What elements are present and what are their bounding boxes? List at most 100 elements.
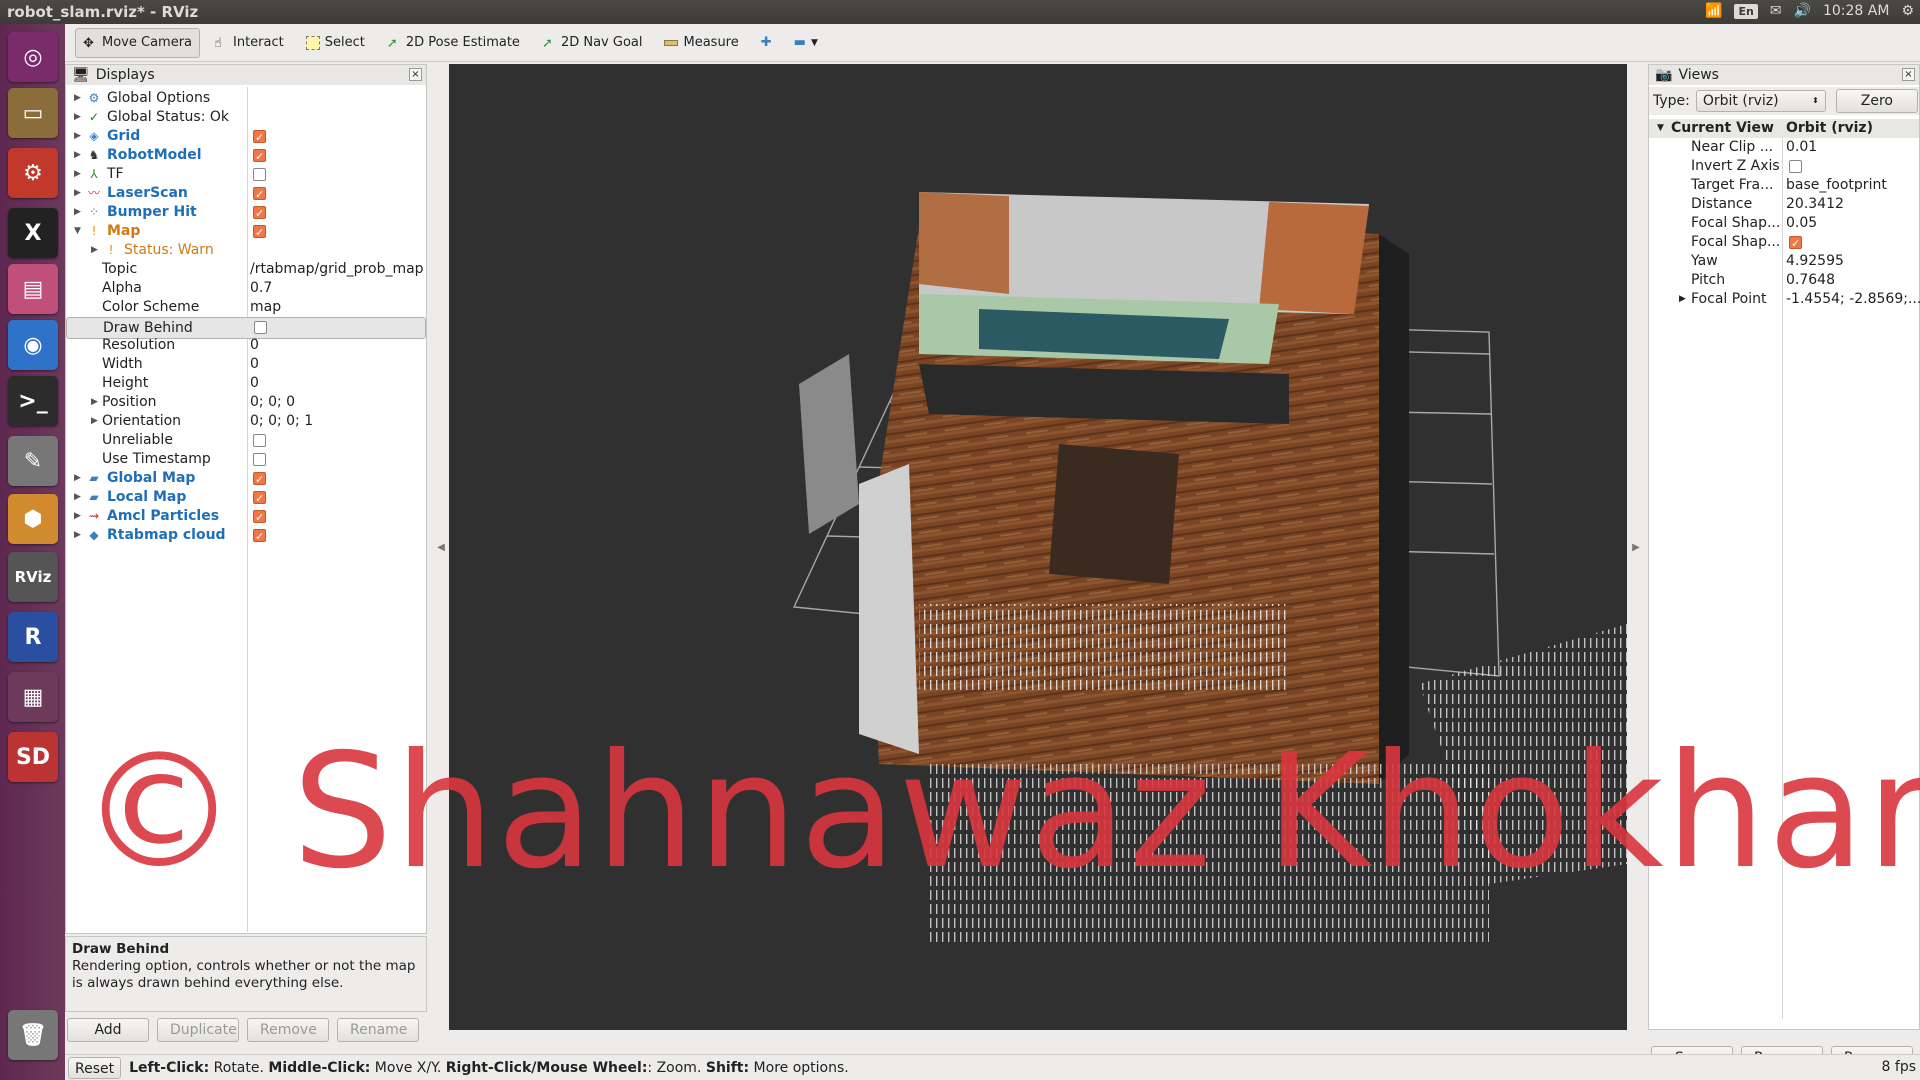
rqt-icon[interactable]: R (8, 612, 58, 662)
zero-button[interactable]: Zero (1835, 89, 1918, 113)
enabled-checkbox[interactable] (253, 434, 266, 447)
view-type-select[interactable]: Orbit (rviz) ⬍ (1695, 90, 1826, 112)
enabled-checkbox[interactable] (253, 527, 266, 546)
rviz-icon[interactable]: RViz (8, 552, 58, 602)
view-property-value[interactable]: 0.05 (1786, 214, 1817, 233)
expand-arrow-icon[interactable]: ▶ (74, 146, 84, 165)
view-row[interactable]: Distance 20.3412 (1649, 195, 1919, 214)
display-row[interactable]: ▶ ▰ Global Map (66, 469, 426, 489)
pose-estimate-tool[interactable]: ➚ 2D Pose Estimate (379, 28, 528, 58)
display-row[interactable]: ▶ ♞ RobotModel (66, 146, 426, 166)
display-row[interactable]: ▶ Position 0; 0; 0 (66, 393, 426, 412)
view-property-value[interactable]: Orbit (rviz) (1786, 119, 1873, 138)
ubuntu-dash-icon[interactable]: ◎ (8, 32, 58, 82)
left-splitter[interactable]: ◀ (435, 64, 447, 1030)
expand-arrow-icon[interactable]: ▶ (1679, 290, 1686, 309)
view-property-value[interactable]: base_footprint (1786, 176, 1887, 195)
terminal-icon[interactable]: >_ (8, 376, 58, 426)
expand-arrow-icon[interactable]: ▶ (74, 127, 84, 146)
expand-arrow-icon[interactable]: ▶ (74, 469, 84, 488)
display-row[interactable]: Use Timestamp (66, 450, 426, 469)
move-camera-tool[interactable]: ✥ Move Camera (75, 27, 201, 58)
add-tool-button[interactable]: ✚ (753, 28, 780, 58)
expand-arrow-icon[interactable]: ▶ (74, 526, 84, 545)
view-property-value[interactable]: 0.01 (1786, 138, 1817, 157)
display-row[interactable]: ▶ ⇝ Amcl Particles (66, 507, 426, 527)
display-value[interactable]: 0 (250, 374, 259, 393)
remove-tool-button[interactable]: ▬ ▼ (786, 28, 826, 58)
display-value[interactable]: 0; 0; 0 (250, 393, 295, 412)
display-row[interactable]: ▶ ⅄ TF (66, 165, 426, 184)
close-icon[interactable]: × (409, 68, 422, 81)
display-row[interactable]: ▶ ⁘ Bumper Hit (66, 203, 426, 223)
right-splitter[interactable]: ▶ (1630, 64, 1642, 1030)
display-row[interactable]: Height 0 (66, 374, 426, 393)
expand-arrow-icon[interactable]: ▶ (74, 507, 84, 526)
display-row[interactable]: Unreliable (66, 431, 426, 450)
view-property-value[interactable]: 0.7648 (1786, 271, 1835, 290)
enabled-checkbox[interactable] (253, 453, 266, 466)
display-row[interactable]: ▼! Map (66, 222, 426, 242)
enabled-checkbox[interactable] (253, 223, 266, 242)
expand-arrow-icon[interactable]: ▶ (74, 165, 84, 184)
mail-icon[interactable]: ✉ (1770, 3, 1782, 19)
add-button[interactable]: Add (67, 1018, 149, 1042)
workspace-icon[interactable]: ▦ (8, 672, 58, 722)
display-row[interactable]: ▶! Status: Warn (66, 241, 426, 260)
remove-button[interactable]: Remove (247, 1018, 329, 1042)
duplicate-button[interactable]: Duplicate (157, 1018, 239, 1042)
expand-arrow-icon[interactable]: ▼ (74, 222, 84, 241)
expand-arrow-icon[interactable]: ▶ (74, 203, 84, 222)
view-row[interactable]: ▼ Current View Orbit (rviz) (1649, 119, 1919, 138)
expand-arrow-icon[interactable]: ▼ (1657, 119, 1664, 138)
enabled-checkbox[interactable] (253, 508, 266, 527)
expand-arrow-icon[interactable]: ▶ (74, 108, 84, 127)
view-row[interactable]: Invert Z Axis (1649, 157, 1919, 176)
display-row[interactable]: ▶ ✓ Global Status: Ok (66, 108, 426, 127)
expand-arrow-icon[interactable]: ▶ (74, 184, 84, 203)
enabled-checkbox[interactable] (253, 185, 266, 204)
view-row[interactable]: Target Fra... base_footprint (1649, 176, 1919, 195)
view-row[interactable]: ▶ Focal Point -1.4554; -2.8569;... (1649, 290, 1920, 309)
wifi-icon[interactable]: 📶 (1705, 3, 1722, 19)
display-row[interactable]: Alpha 0.7 (66, 279, 426, 298)
chromium-icon[interactable]: ◉ (8, 320, 58, 370)
view-property-value[interactable]: -1.4554; -2.8569;... (1786, 290, 1920, 309)
display-value[interactable]: map (250, 298, 281, 317)
enabled-checkbox[interactable] (254, 321, 267, 334)
display-row[interactable]: ▶ 〰 LaserScan (66, 184, 426, 204)
text-editor-icon[interactable]: ✎ (8, 436, 58, 486)
display-row[interactable]: ▶ ⚙ Global Options (66, 89, 426, 108)
display-row[interactable]: ▶ ▰ Local Map (66, 488, 426, 508)
display-row[interactable]: Topic/rtabmap/grid_prob_map (66, 260, 426, 279)
close-icon[interactable]: × (1902, 68, 1915, 81)
keyboard-layout-indicator[interactable]: En (1734, 3, 1758, 19)
expand-arrow-icon[interactable]: ▶ (91, 412, 101, 431)
measure-tool[interactable]: Measure (656, 28, 746, 58)
nav-goal-tool[interactable]: ➚ 2D Nav Goal (534, 28, 651, 58)
view-row[interactable]: Focal Shap... 0.05 (1649, 214, 1919, 233)
3d-viewport[interactable] (449, 64, 1627, 1030)
files-icon[interactable]: ▭ (8, 88, 58, 138)
display-value[interactable]: 0 (250, 355, 259, 374)
expand-arrow-icon[interactable]: ▶ (74, 89, 84, 108)
expand-arrow-icon[interactable]: ▶ (91, 393, 101, 412)
display-value[interactable]: 0; 0; 0; 1 (250, 412, 313, 431)
property-checkbox[interactable] (1789, 160, 1802, 173)
enabled-checkbox[interactable] (253, 128, 266, 147)
gear-icon[interactable]: ⚙ (1901, 3, 1914, 19)
view-row[interactable]: Yaw 4.92595 (1649, 252, 1919, 271)
display-value[interactable]: /rtabmap/grid_prob_map (250, 260, 424, 279)
display-row[interactable]: Color Scheme map (66, 298, 426, 317)
reset-button[interactable]: Reset (68, 1056, 122, 1079)
select-tool[interactable]: Select (298, 28, 373, 58)
view-row[interactable]: Pitch 0.7648 (1649, 271, 1919, 290)
display-row[interactable]: ▶ Orientation 0; 0; 0; 1 (66, 412, 426, 431)
enabled-checkbox[interactable] (253, 147, 266, 166)
property-checkbox[interactable] (1789, 234, 1802, 253)
view-property-value[interactable]: 20.3412 (1786, 195, 1844, 214)
display-row[interactable]: Resolution 0 (66, 336, 426, 355)
package-icon[interactable]: ⬢ (8, 494, 58, 544)
view-row[interactable]: Near Clip ... 0.01 (1649, 138, 1919, 157)
enabled-checkbox[interactable] (253, 470, 266, 489)
